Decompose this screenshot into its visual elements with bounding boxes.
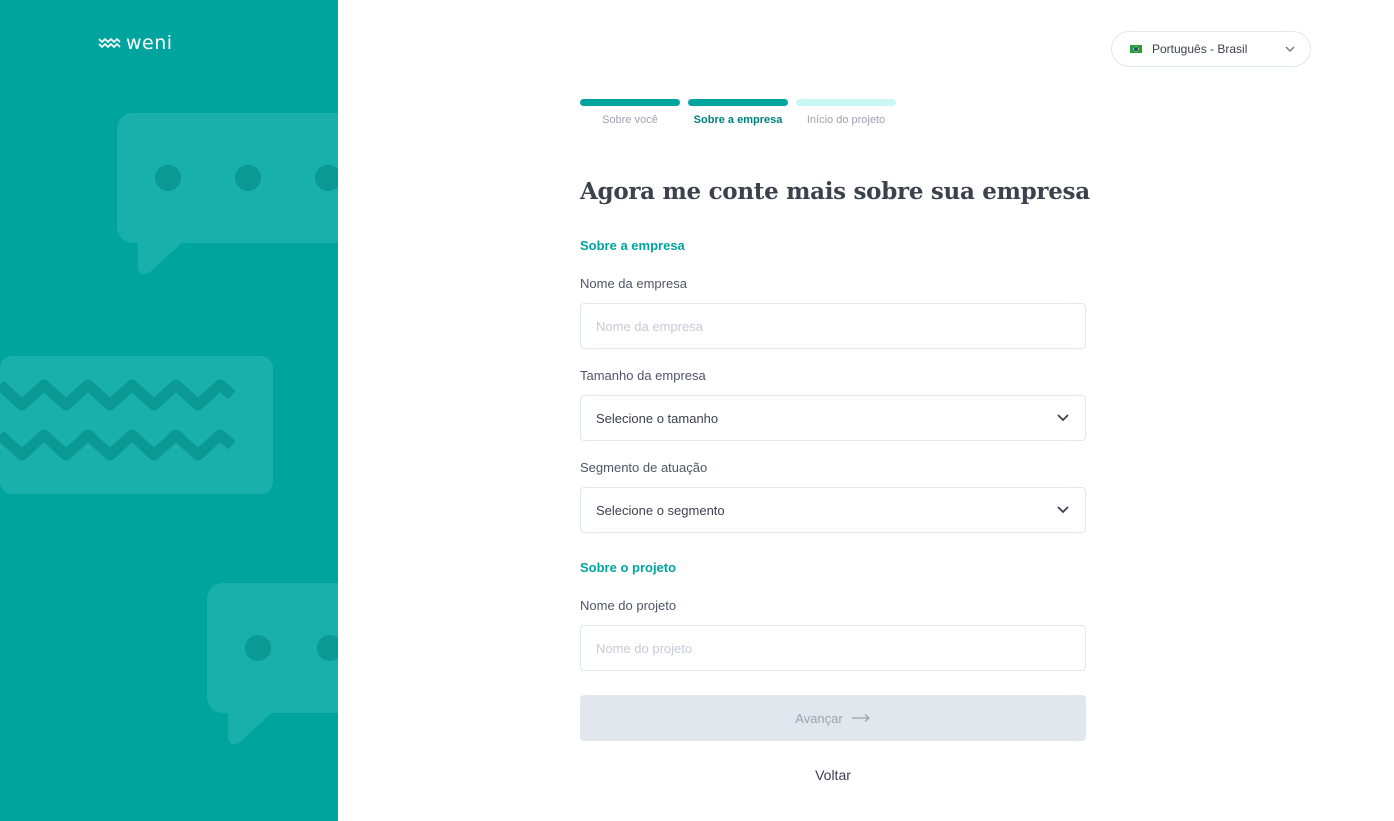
brazil-flag-icon (1130, 45, 1142, 53)
company-size-label: Tamanho da empresa (580, 368, 706, 383)
segment-label: Segmento de atuação (580, 460, 708, 475)
company-name-input[interactable] (580, 303, 1086, 349)
back-button[interactable]: Voltar (580, 767, 1086, 783)
next-button-label: Avançar (795, 710, 843, 726)
brand-name: weni (126, 32, 173, 54)
section-title-project: Sobre o projeto (580, 560, 677, 575)
segment-select[interactable]: Selecione o segmento (580, 487, 1086, 533)
chat-bubbles-decoration (0, 113, 338, 745)
step-about-you: Sobre você (580, 99, 680, 126)
language-label: Português - Brasil (1152, 42, 1248, 56)
segment-value: Selecione o segmento (596, 502, 725, 518)
language-select[interactable]: Português - Brasil (1111, 31, 1311, 67)
chevron-down-icon (1285, 46, 1295, 52)
step-label: Início do projeto (806, 114, 886, 126)
company-size-select[interactable]: Selecione o tamanho (580, 395, 1086, 441)
page-title: Agora me conte mais sobre sua empresa (580, 178, 1090, 205)
step-bar (580, 99, 680, 106)
weni-logo: weni (98, 32, 173, 54)
step-about-company: Sobre a empresa (688, 99, 788, 126)
project-name-input[interactable] (580, 625, 1086, 671)
step-label: Sobre você (602, 114, 658, 126)
company-size-value: Selecione o tamanho (596, 410, 719, 426)
company-name-label: Nome da empresa (580, 276, 687, 291)
arrow-right-icon (851, 714, 870, 722)
step-bar (796, 99, 896, 106)
progress-steps: Sobre você Sobre a empresa Início do pro… (580, 99, 896, 126)
chevron-down-icon (1057, 414, 1069, 422)
step-label: Sobre a empresa (693, 114, 783, 126)
next-button[interactable]: Avançar (580, 695, 1086, 741)
section-title-company: Sobre a empresa (580, 238, 685, 253)
step-project-start: Início do projeto (796, 99, 896, 126)
chevron-down-icon (1057, 506, 1069, 514)
step-bar (688, 99, 788, 106)
weni-wave-icon (98, 38, 121, 48)
left-brand-panel: weni (0, 0, 338, 821)
project-name-label: Nome do projeto (580, 598, 677, 613)
